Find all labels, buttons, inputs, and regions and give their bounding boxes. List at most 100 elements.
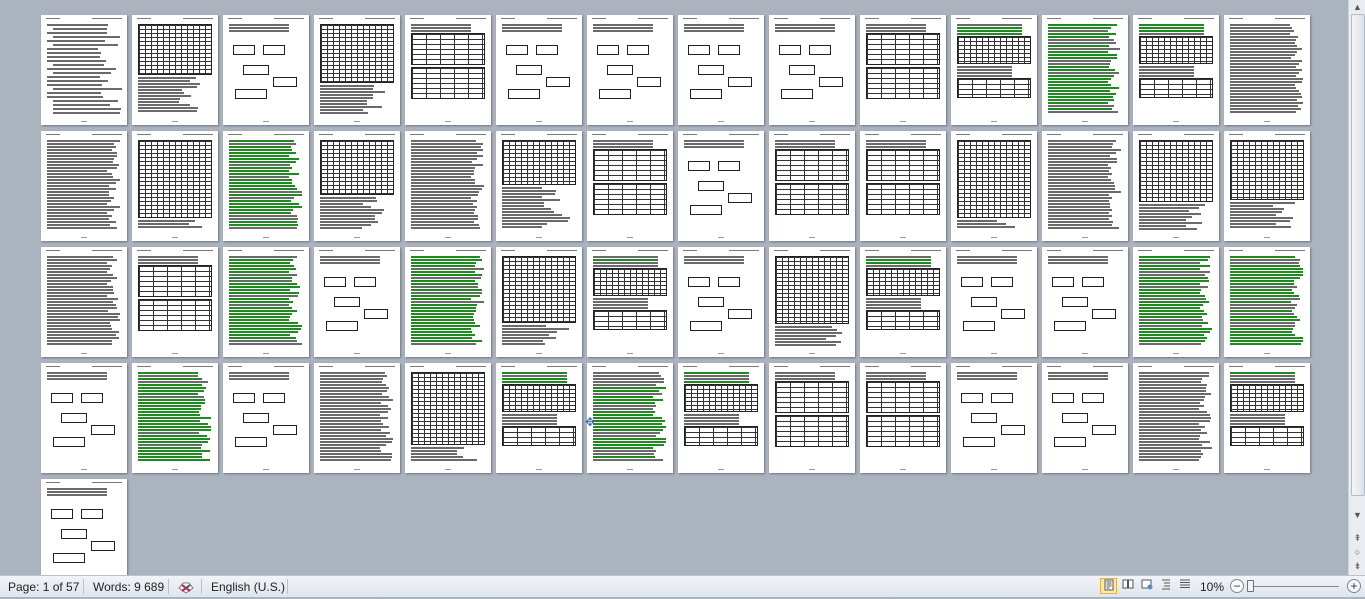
page-thumbnail[interactable] bbox=[405, 131, 491, 241]
page-thumbnail[interactable] bbox=[1042, 15, 1128, 125]
print-layout-view[interactable] bbox=[1100, 578, 1117, 594]
page-thumbnail[interactable] bbox=[223, 247, 309, 357]
page-thumbnail[interactable] bbox=[860, 247, 946, 357]
highlighted-text-line bbox=[1139, 24, 1204, 26]
page-thumbnail[interactable] bbox=[769, 363, 855, 473]
page-thumbnail[interactable] bbox=[223, 363, 309, 473]
vertical-scrollbar[interactable]: ▲ ▼ ⇞ ○ ⇟ bbox=[1348, 0, 1365, 575]
page-thumbnail[interactable] bbox=[860, 15, 946, 125]
page-thumbnail[interactable] bbox=[314, 247, 400, 357]
web-layout-view[interactable] bbox=[1138, 578, 1155, 594]
document-canvas[interactable] bbox=[0, 0, 1348, 575]
language-indicator[interactable]: English (U.S.) bbox=[211, 579, 285, 595]
text-line bbox=[1230, 208, 1284, 210]
next-page-icon[interactable]: ⇟ bbox=[1349, 559, 1365, 573]
page-thumbnail[interactable] bbox=[1224, 131, 1310, 241]
page-thumbnail[interactable] bbox=[860, 363, 946, 473]
page-thumbnail[interactable] bbox=[1133, 247, 1219, 357]
scroll-down-icon[interactable]: ▼ bbox=[1349, 508, 1365, 522]
page-thumbnail[interactable] bbox=[405, 15, 491, 125]
page-thumbnail[interactable] bbox=[1224, 15, 1310, 125]
page-thumbnail[interactable] bbox=[314, 131, 400, 241]
outline-view[interactable] bbox=[1157, 578, 1174, 594]
page-thumbnail[interactable] bbox=[41, 247, 127, 357]
text-line bbox=[320, 456, 392, 458]
page-thumbnail[interactable] bbox=[678, 15, 764, 125]
text-line bbox=[502, 337, 556, 339]
zoom-out-button[interactable]: − bbox=[1230, 579, 1244, 593]
text-line bbox=[1048, 218, 1109, 220]
text-line bbox=[593, 408, 653, 410]
browse-object-icon[interactable]: ○ bbox=[1349, 545, 1365, 559]
page-indicator[interactable]: Page: 1 of 57 bbox=[8, 579, 79, 595]
page-thumbnail[interactable] bbox=[1224, 363, 1310, 473]
page-thumbnail[interactable] bbox=[1133, 131, 1219, 241]
page-thumbnail[interactable] bbox=[1224, 247, 1310, 357]
page-thumbnail[interactable] bbox=[587, 363, 673, 473]
scroll-thumb[interactable] bbox=[1351, 14, 1365, 496]
page-thumbnail[interactable] bbox=[769, 15, 855, 125]
page-thumbnail[interactable] bbox=[41, 479, 127, 575]
text-line bbox=[47, 221, 116, 223]
spellcheck-x-icon[interactable] bbox=[176, 579, 198, 595]
page-thumbnail[interactable] bbox=[1042, 247, 1128, 357]
diagram-box bbox=[546, 77, 570, 87]
page-thumbnail[interactable] bbox=[860, 131, 946, 241]
page-thumbnail[interactable] bbox=[132, 15, 218, 125]
text-line bbox=[593, 298, 648, 300]
text-line bbox=[1230, 102, 1303, 104]
text-line bbox=[1230, 378, 1295, 380]
text-line bbox=[593, 265, 658, 267]
page-thumbnail[interactable] bbox=[132, 363, 218, 473]
text-line bbox=[320, 94, 373, 96]
page-thumbnail[interactable] bbox=[951, 15, 1037, 125]
page-thumbnail[interactable] bbox=[496, 247, 582, 357]
table-block bbox=[593, 183, 667, 215]
page-thumbnail[interactable] bbox=[41, 363, 127, 473]
page-thumbnail[interactable] bbox=[314, 15, 400, 125]
zoom-level[interactable]: 10% bbox=[1200, 579, 1224, 595]
text-line bbox=[1230, 45, 1297, 47]
page-thumbnail[interactable] bbox=[1042, 363, 1128, 473]
page-thumbnail[interactable] bbox=[496, 131, 582, 241]
highlighted-text-line bbox=[593, 396, 653, 398]
page-thumbnail[interactable] bbox=[405, 363, 491, 473]
page-thumbnail[interactable] bbox=[405, 247, 491, 357]
page-thumbnail[interactable] bbox=[951, 363, 1037, 473]
page-thumbnail[interactable] bbox=[223, 131, 309, 241]
text-line bbox=[47, 52, 101, 54]
page-number bbox=[445, 469, 451, 470]
text-line bbox=[138, 256, 198, 258]
page-thumbnail[interactable] bbox=[951, 247, 1037, 357]
page-thumbnail[interactable] bbox=[769, 131, 855, 241]
page-thumbnail[interactable] bbox=[678, 131, 764, 241]
page-thumbnail[interactable] bbox=[1133, 15, 1219, 125]
page-thumbnail[interactable] bbox=[1042, 131, 1128, 241]
zoom-slider-thumb[interactable] bbox=[1247, 580, 1254, 592]
page-thumbnail[interactable] bbox=[1133, 363, 1219, 473]
page-thumbnail[interactable] bbox=[496, 363, 582, 473]
highlighted-text-line bbox=[1139, 337, 1207, 339]
page-thumbnail[interactable] bbox=[587, 15, 673, 125]
page-thumbnail[interactable] bbox=[41, 15, 127, 125]
page-thumbnail[interactable] bbox=[314, 363, 400, 473]
page-thumbnail[interactable] bbox=[132, 247, 218, 357]
scroll-up-icon[interactable]: ▲ bbox=[1349, 0, 1365, 14]
word-count[interactable]: Words: 9 689 bbox=[93, 579, 164, 595]
page-thumbnail[interactable] bbox=[132, 131, 218, 241]
page-number bbox=[536, 469, 542, 470]
page-thumbnail[interactable] bbox=[496, 15, 582, 125]
draft-view[interactable] bbox=[1176, 578, 1193, 594]
page-thumbnail[interactable] bbox=[769, 247, 855, 357]
prev-page-icon[interactable]: ⇞ bbox=[1349, 531, 1365, 545]
page-thumbnail[interactable] bbox=[678, 247, 764, 357]
page-thumbnail[interactable] bbox=[587, 131, 673, 241]
zoom-in-button[interactable]: + bbox=[1347, 579, 1361, 593]
page-thumbnail[interactable] bbox=[587, 247, 673, 357]
page-thumbnail[interactable] bbox=[223, 15, 309, 125]
zoom-slider-track[interactable] bbox=[1249, 586, 1339, 587]
page-thumbnail[interactable] bbox=[678, 363, 764, 473]
full-screen-reading-view[interactable] bbox=[1119, 578, 1136, 594]
page-thumbnail[interactable] bbox=[41, 131, 127, 241]
page-thumbnail[interactable] bbox=[951, 131, 1037, 241]
